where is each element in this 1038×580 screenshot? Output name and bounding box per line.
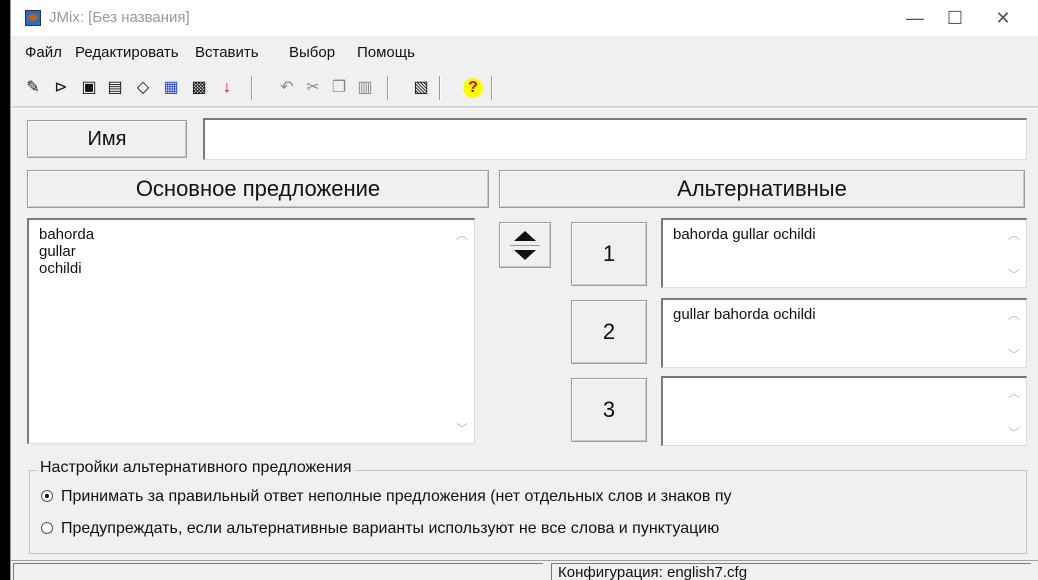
arrow-up-icon bbox=[514, 231, 536, 241]
help-icon[interactable]: ? bbox=[463, 78, 483, 98]
alternative-1-button[interactable]: 1 bbox=[571, 222, 647, 286]
cut-icon[interactable]: ✂ bbox=[303, 78, 323, 98]
config-icon[interactable]: ▧ bbox=[411, 78, 431, 98]
alternative-2-textarea[interactable]: gullar bahorda ochildi ︿ ﹀ bbox=[661, 298, 1027, 368]
name-input[interactable] bbox=[203, 118, 1027, 160]
app-icon bbox=[25, 10, 41, 26]
menu-select[interactable]: Выбор bbox=[289, 44, 335, 61]
new-icon[interactable]: ✎ bbox=[23, 78, 43, 98]
title-bar: JMix: [Без названия] — ☐ ✕ bbox=[11, 0, 1038, 36]
mover-divider bbox=[510, 245, 540, 246]
toolbar-separator bbox=[251, 76, 253, 100]
status-pane-main bbox=[13, 563, 543, 580]
maximize-button[interactable]: ☐ bbox=[941, 6, 969, 30]
alternative-2-text: gullar bahorda ochildi bbox=[673, 306, 816, 323]
scroll-up-icon[interactable]: ︿ bbox=[456, 226, 468, 243]
undo-icon[interactable]: ↶ bbox=[277, 78, 297, 98]
alternative-3-textarea[interactable]: ︿ ﹀ bbox=[661, 376, 1027, 446]
export-icon[interactable]: ↓ bbox=[217, 78, 237, 98]
shuffle-icon[interactable]: ▦ bbox=[161, 78, 181, 98]
toolbar-separator bbox=[439, 76, 441, 100]
scroll-down-icon[interactable]: ﹀ bbox=[1008, 424, 1020, 441]
scroll-down-icon[interactable]: ﹀ bbox=[456, 420, 468, 437]
settings-group-title: Настройки альтернативного предложения bbox=[37, 459, 355, 477]
alternative-3-button[interactable]: 3 bbox=[571, 378, 647, 442]
scroll-down-icon[interactable]: ﹀ bbox=[1008, 346, 1020, 363]
alternatives-button[interactable]: Альтернативные bbox=[499, 170, 1025, 208]
save-as-icon[interactable]: ▤ bbox=[105, 78, 125, 98]
close-button[interactable]: ✕ bbox=[989, 6, 1017, 30]
toolbar-separator bbox=[387, 76, 389, 100]
radio-unchecked-icon bbox=[41, 522, 53, 534]
erase-icon[interactable]: ◇ bbox=[133, 78, 153, 98]
toolbar-divider bbox=[11, 106, 1038, 109]
window-title: JMix: [Без названия] bbox=[49, 9, 190, 26]
toolbar: ✎ ⊳ ▣ ▤ ◇ ▦ ▩ ↓ ↶ ✂ ❐ ▥ ▧ ? bbox=[11, 72, 1038, 102]
status-bar: Конфигурация: english7.cfg bbox=[11, 560, 1038, 580]
minimize-button[interactable]: — bbox=[901, 6, 929, 30]
main-sentence-text: bahorda gullar ochildi bbox=[39, 226, 95, 277]
status-config: Конфигурация: english7.cfg bbox=[551, 563, 1031, 580]
main-sentence-button[interactable]: Основное предложение bbox=[27, 170, 489, 208]
menu-edit[interactable]: Редактировать bbox=[75, 44, 179, 61]
paste-icon[interactable]: ▥ bbox=[355, 78, 375, 98]
move-up-down-button[interactable] bbox=[499, 222, 551, 268]
menu-insert[interactable]: Вставить bbox=[195, 44, 259, 61]
radio-accept-incomplete-label: Принимать за правильный ответ неполные п… bbox=[61, 488, 732, 505]
arrow-down-icon bbox=[514, 250, 536, 260]
radio-warn-not-all-words[interactable]: Предупреждать, если альтернативные вариа… bbox=[41, 520, 719, 538]
check-icon[interactable]: ▩ bbox=[189, 78, 209, 98]
scroll-up-icon[interactable]: ︿ bbox=[1008, 306, 1020, 323]
scroll-down-icon[interactable]: ﹀ bbox=[1008, 266, 1020, 283]
alternative-2-button[interactable]: 2 bbox=[571, 300, 647, 364]
copy-icon[interactable]: ❐ bbox=[329, 78, 349, 98]
open-icon[interactable]: ⊳ bbox=[51, 78, 71, 98]
settings-group bbox=[29, 470, 1027, 554]
toolbar-separator bbox=[491, 76, 493, 100]
app-window: JMix: [Без названия] — ☐ ✕ Файл Редактир… bbox=[10, 0, 1038, 580]
name-button[interactable]: Имя bbox=[27, 120, 187, 158]
scroll-up-icon[interactable]: ︿ bbox=[1008, 384, 1020, 401]
menu-help[interactable]: Помощь bbox=[357, 44, 415, 61]
radio-accept-incomplete[interactable]: Принимать за правильный ответ неполные п… bbox=[41, 488, 732, 506]
alternative-1-text: bahorda gullar ochildi bbox=[673, 226, 816, 243]
main-sentence-textarea[interactable]: bahorda gullar ochildi ︿ ﹀ bbox=[27, 218, 475, 444]
scroll-up-icon[interactable]: ︿ bbox=[1008, 226, 1020, 243]
radio-warn-not-all-words-label: Предупреждать, если альтернативные вариа… bbox=[61, 520, 720, 537]
save-icon[interactable]: ▣ bbox=[79, 78, 99, 98]
menu-file[interactable]: Файл bbox=[25, 44, 62, 61]
radio-checked-icon bbox=[41, 490, 53, 502]
alternative-1-textarea[interactable]: bahorda gullar ochildi ︿ ﹀ bbox=[661, 218, 1027, 288]
